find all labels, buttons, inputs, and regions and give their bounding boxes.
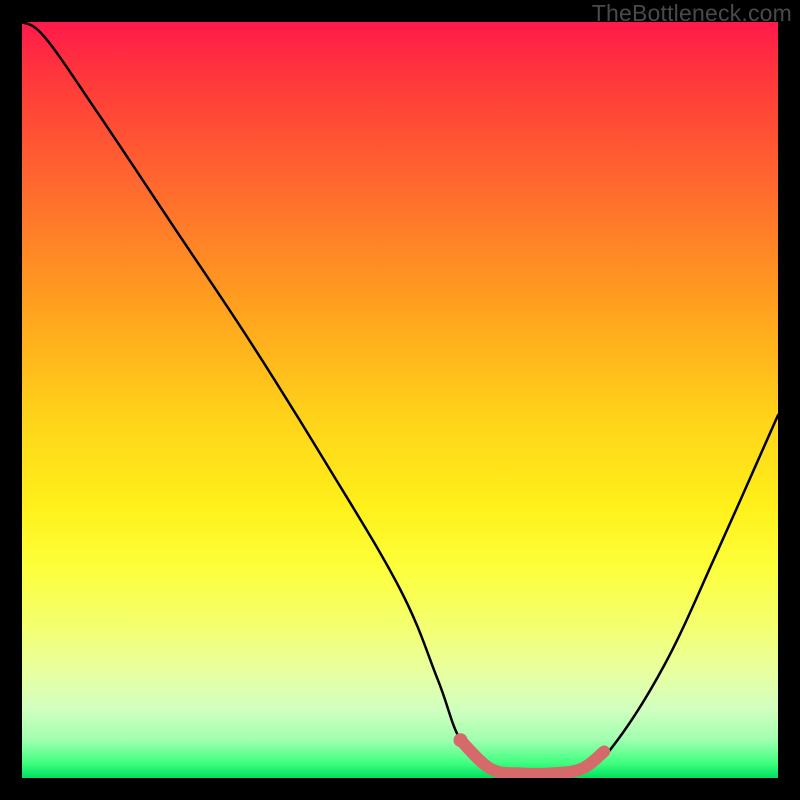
optimal-start-dot [454,733,468,747]
bottleneck-curve [22,22,778,775]
plot-area [22,22,778,778]
optimal-range-highlight [461,740,605,774]
chart-frame: TheBottleneck.com [0,0,800,800]
watermark-text: TheBottleneck.com [592,0,792,27]
curve-layer [22,22,778,778]
